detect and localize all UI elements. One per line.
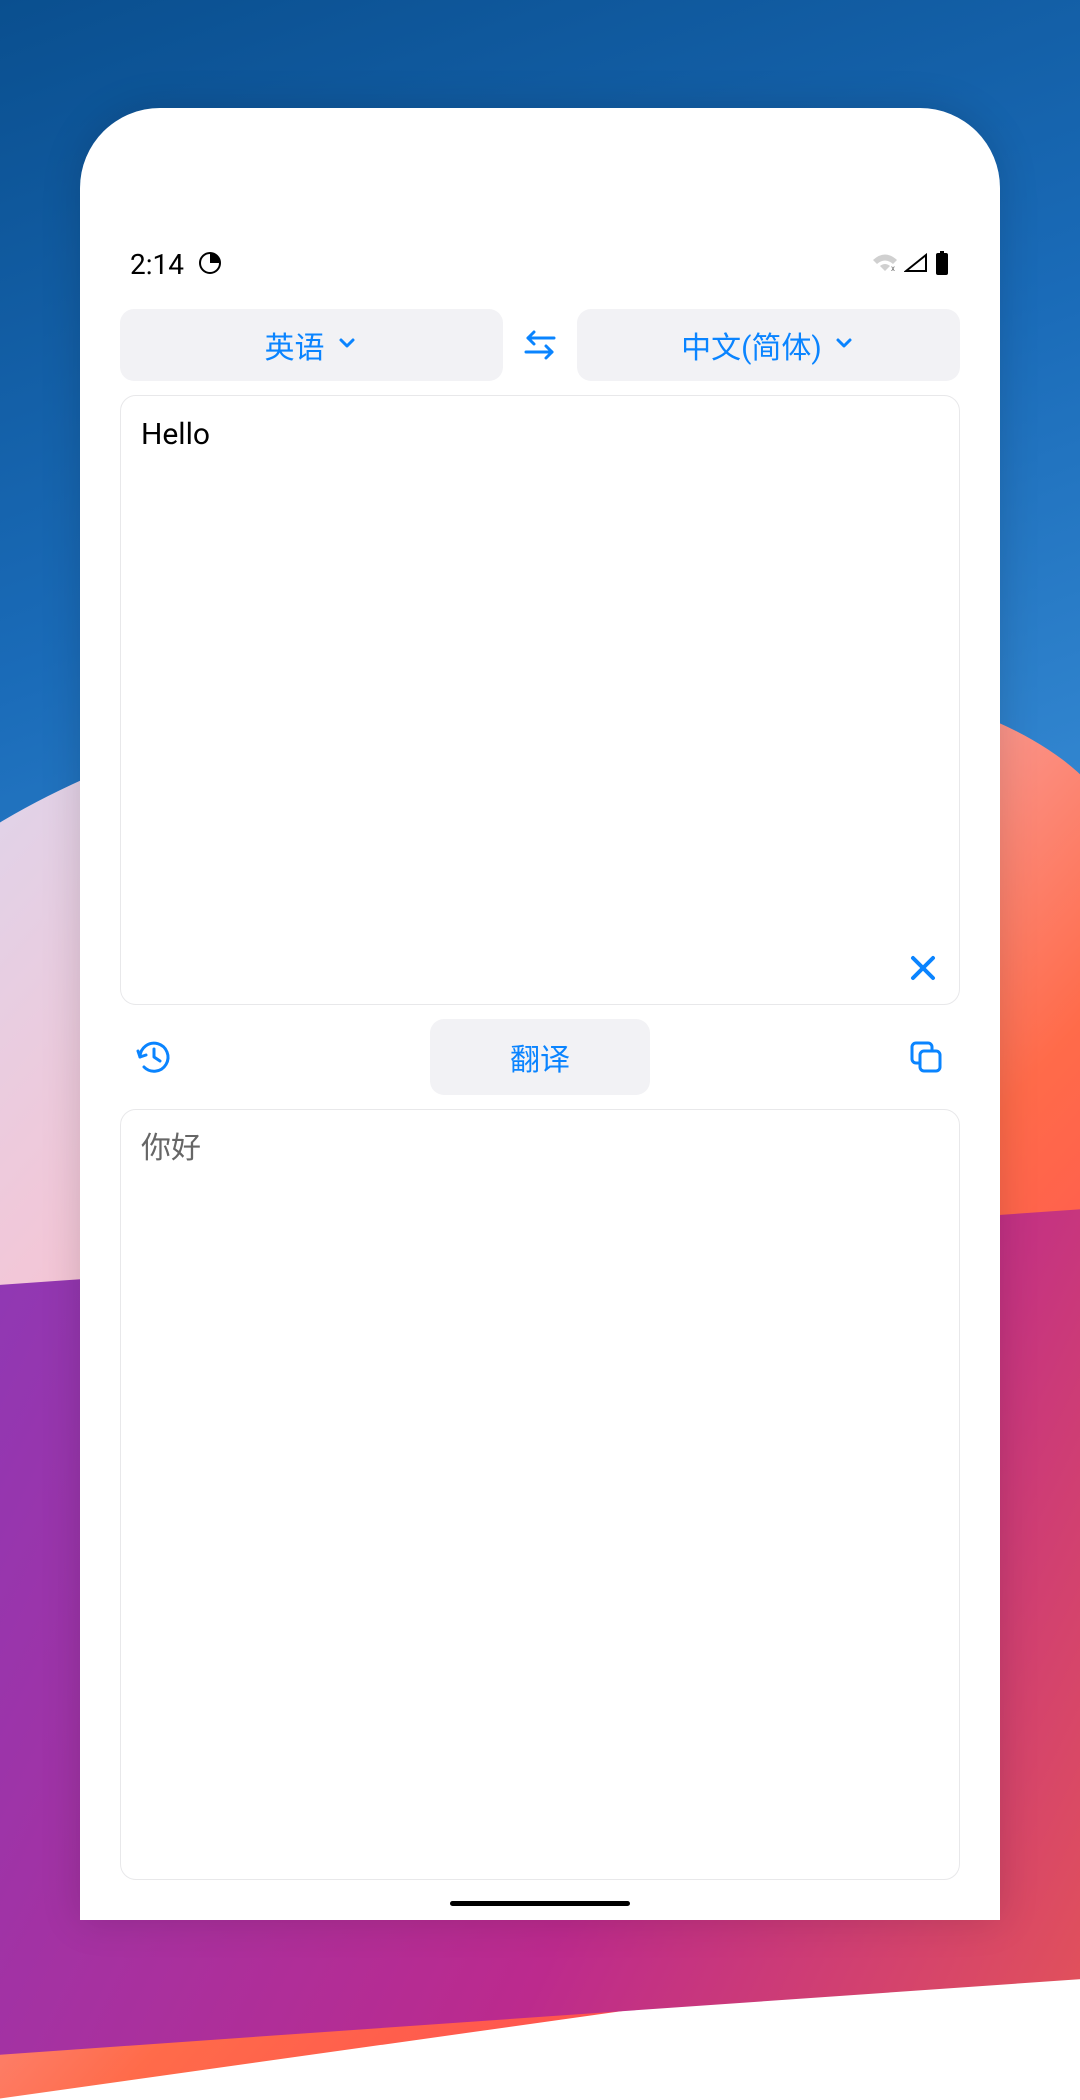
battery-icon xyxy=(934,251,950,279)
translate-button[interactable]: 翻译 xyxy=(430,1019,650,1095)
clear-input-button[interactable] xyxy=(903,948,943,988)
chevron-down-icon xyxy=(335,331,359,359)
input-text: Hello xyxy=(141,414,939,456)
history-button[interactable] xyxy=(130,1033,178,1081)
action-row: 翻译 xyxy=(120,1005,960,1109)
wifi-icon: x xyxy=(872,253,898,277)
phone-frame: 2:14 x xyxy=(80,108,1000,1920)
translate-button-label: 翻译 xyxy=(510,1043,570,1078)
output-text: 你好 xyxy=(141,1128,939,1170)
signal-icon xyxy=(904,253,928,277)
status-time: 2:14 xyxy=(130,248,184,281)
swap-languages-button[interactable] xyxy=(515,320,565,370)
target-language-label: 中文(简体) xyxy=(681,323,822,367)
home-indicator[interactable] xyxy=(450,1901,630,1906)
language-selector-row: 英语 中文(简体) xyxy=(120,309,960,381)
target-language-selector[interactable]: 中文(简体) xyxy=(577,309,960,381)
chevron-down-icon xyxy=(832,331,856,359)
output-text-panel: 你好 xyxy=(120,1109,960,1880)
source-language-selector[interactable]: 英语 xyxy=(120,309,503,381)
svg-text:x: x xyxy=(891,264,895,273)
input-text-panel[interactable]: Hello xyxy=(120,395,960,1005)
pie-icon xyxy=(198,251,222,279)
status-bar: 2:14 x xyxy=(120,248,960,299)
copy-button[interactable] xyxy=(902,1033,950,1081)
source-language-label: 英语 xyxy=(265,323,325,367)
